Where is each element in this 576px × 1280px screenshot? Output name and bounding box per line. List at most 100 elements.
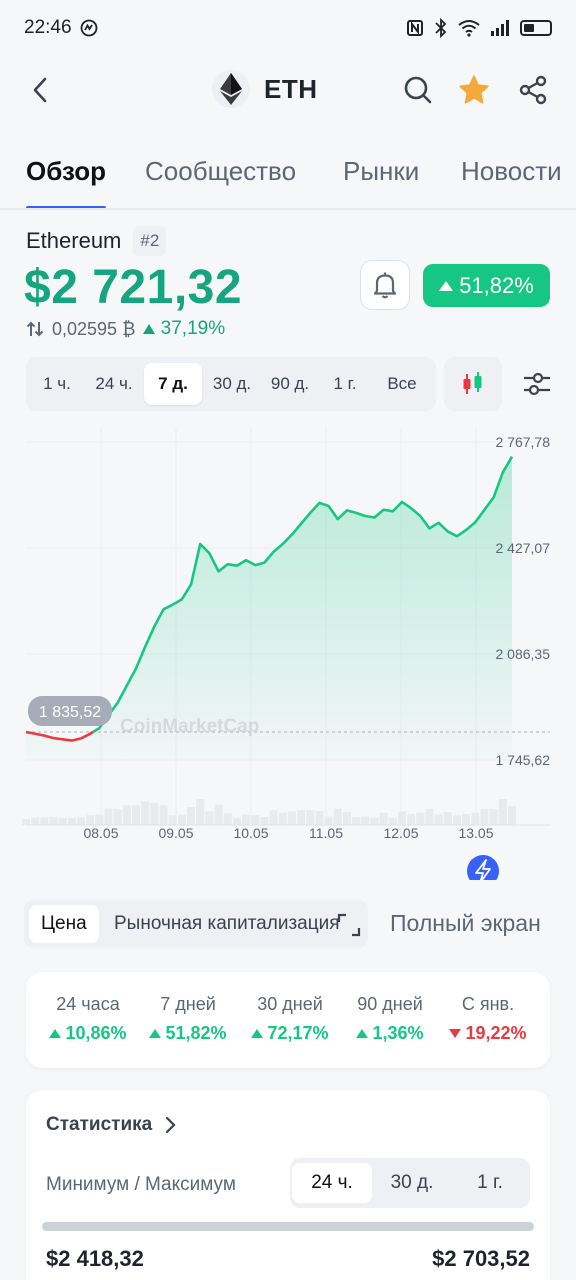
performance-change: 72,17% xyxy=(238,1023,342,1044)
mode-price[interactable]: Цена xyxy=(29,905,99,943)
statistics-header[interactable]: Статистика xyxy=(46,1114,176,1136)
volume-bar xyxy=(379,812,388,825)
volume-bar xyxy=(287,811,296,825)
triangle-up-icon xyxy=(439,280,454,291)
stats-period-1y[interactable]: 1 г. xyxy=(450,1163,530,1203)
range-90d[interactable]: 90 д. xyxy=(262,363,318,405)
range-all[interactable]: Все xyxy=(374,363,430,405)
volume-bar xyxy=(214,804,223,825)
y-tick-label: 1 745,62 xyxy=(496,752,551,768)
volume-bar xyxy=(86,815,95,825)
volume-bar xyxy=(95,814,104,825)
ethereum-logo-icon xyxy=(212,70,250,108)
mode-market-cap[interactable]: Рыночная капитализация xyxy=(102,905,352,943)
performance-item: 7 дней 51,82% xyxy=(136,994,240,1044)
volume-bar xyxy=(22,819,30,825)
volume-bar xyxy=(242,814,251,825)
range-24h[interactable]: 24 ч. xyxy=(86,363,142,405)
back-button[interactable] xyxy=(22,72,58,108)
volume-bar xyxy=(223,813,232,825)
range-30d[interactable]: 30 д. xyxy=(204,363,260,405)
fast-refresh-button[interactable] xyxy=(467,855,499,880)
favorite-button[interactable] xyxy=(456,72,492,108)
range-7d[interactable]: 7 д. xyxy=(144,363,202,405)
tab-overview[interactable]: Обзор xyxy=(26,156,106,187)
volume-bar xyxy=(462,814,471,825)
volume-bar xyxy=(132,805,141,825)
current-price: $2 721,32 xyxy=(24,261,243,314)
triangle-up-icon xyxy=(149,1029,162,1038)
volume-bar xyxy=(196,799,205,825)
performance-period-label: 24 часа xyxy=(56,994,120,1014)
tab-markets[interactable]: Рынки xyxy=(343,156,419,187)
performance-card: 24 часа 10,86% 7 дней 51,82% 30 дней 72,17% 90… xyxy=(26,972,550,1068)
swap-arrows-icon xyxy=(26,321,44,337)
x-tick-label: 10.05 xyxy=(233,825,268,841)
min-price: $2 418,32 xyxy=(46,1246,144,1271)
performance-item: С янв. 19,22% xyxy=(436,994,540,1044)
x-axis: 08.05 09.05 10.05 11.05 12.05 13.05 xyxy=(26,824,550,841)
volume-bar xyxy=(498,799,507,825)
price-alert-button[interactable] xyxy=(360,260,410,310)
stats-period-24h[interactable]: 24 ч. xyxy=(292,1163,372,1203)
statistics-card: Статистика Минимум / Максимум 24 ч. 30 д… xyxy=(26,1090,550,1280)
x-tick-label: 13.05 xyxy=(458,825,493,841)
performance-change-value: 72,17% xyxy=(267,1023,329,1043)
volume-bars xyxy=(22,799,516,825)
stats-period-30d[interactable]: 30 д. xyxy=(372,1163,452,1203)
volume-bar xyxy=(315,811,324,825)
volume-bar xyxy=(187,807,196,825)
section-tabs: Обзор Сообщество Рынки Новости xyxy=(0,150,576,210)
performance-item: 24 часа 10,86% xyxy=(36,994,140,1044)
performance-item: 30 дней 72,17% xyxy=(238,994,342,1044)
volume-bar xyxy=(58,818,67,825)
performance-item: 90 дней 1,36% xyxy=(338,994,442,1044)
volume-bar xyxy=(480,809,489,825)
sliders-icon xyxy=(524,372,550,396)
chart-watermark: CoinMarketCap xyxy=(120,716,259,737)
tab-community[interactable]: Сообщество xyxy=(145,156,296,187)
y-tick-label: 2 767,78 xyxy=(496,434,551,450)
volume-bar xyxy=(416,812,425,825)
volume-bar xyxy=(122,805,131,825)
clock: 22:46 xyxy=(24,17,72,38)
price-chart[interactable]: CoinMarketCap 1 835,52 2 767,78 2 427,07 2… xyxy=(0,420,576,880)
volume-bar xyxy=(49,817,58,825)
volume-bar xyxy=(113,809,122,825)
wifi-icon xyxy=(458,20,480,37)
fullscreen-button[interactable]: Полный экран xyxy=(390,910,541,937)
performance-period-label: 7 дней xyxy=(160,994,216,1014)
price-change-badge: 51,82% xyxy=(423,264,550,307)
volume-bar xyxy=(177,814,186,825)
btc-price: 0,02595 ₿ xyxy=(52,318,136,339)
share-button[interactable] xyxy=(515,72,551,108)
volume-bar xyxy=(361,816,370,825)
volume-bar xyxy=(352,817,361,825)
chart-settings-button[interactable] xyxy=(515,362,559,406)
volume-bar xyxy=(306,810,315,825)
volume-bar xyxy=(141,801,150,825)
rank-badge: #2 xyxy=(133,226,167,256)
search-button[interactable] xyxy=(400,72,436,108)
active-tab-indicator xyxy=(26,206,106,208)
volume-bar xyxy=(489,809,498,825)
tab-news[interactable]: Новости xyxy=(461,156,562,187)
volume-bar xyxy=(269,810,278,825)
coin-symbol: ETH xyxy=(264,73,318,104)
volume-bar xyxy=(67,818,76,825)
min-max-label: Минимум / Максимум xyxy=(46,1174,236,1195)
performance-change: 19,22% xyxy=(436,1023,540,1044)
performance-change: 51,82% xyxy=(136,1023,240,1044)
volume-bar xyxy=(434,814,443,825)
volume-bar xyxy=(388,817,397,825)
battery-icon xyxy=(520,20,552,36)
range-1y[interactable]: 1 г. xyxy=(320,363,370,405)
volume-bar xyxy=(168,815,177,825)
volume-bar xyxy=(251,815,260,825)
expand-icon xyxy=(337,913,361,937)
candlestick-toggle[interactable] xyxy=(444,357,502,411)
volume-bar xyxy=(443,812,452,825)
triangle-up-icon xyxy=(251,1029,264,1038)
triangle-up-icon xyxy=(143,324,156,334)
range-1h[interactable]: 1 ч. xyxy=(32,363,82,405)
